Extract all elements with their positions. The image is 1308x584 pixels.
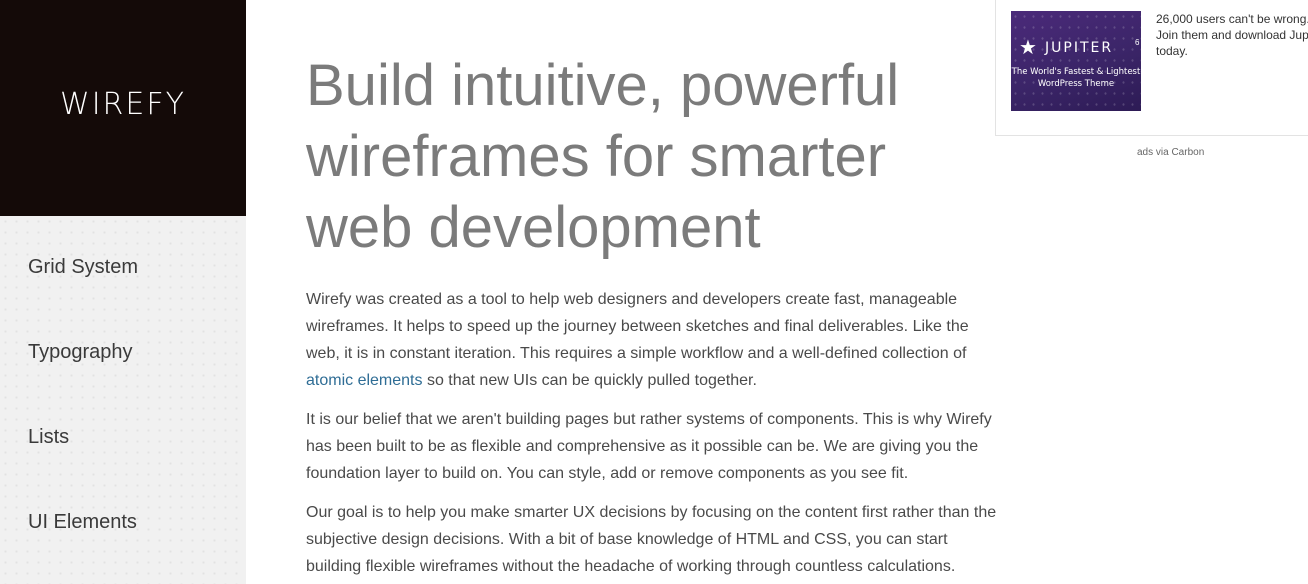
ad-tagline-line: WordPress Theme (1037, 79, 1115, 89)
ad-credit-link[interactable]: ads via Carbon (1137, 147, 1204, 158)
paragraph-line: Our goal is to help you make smarter UX … (306, 504, 997, 521)
atomic-elements-link[interactable]: atomic elements (306, 372, 423, 389)
headline-line: web development (306, 195, 761, 260)
site-logo[interactable]: WIREFY (0, 87, 246, 122)
nav-item-lists[interactable]: Lists (28, 426, 69, 449)
ad-copy-line: today. (1156, 44, 1188, 58)
paragraph-line: Wirefy was created as a tool to help web… (306, 291, 958, 308)
paragraph-line: wireframes. It helps to speed up the jou… (306, 318, 969, 335)
ad-version: 6 (1135, 38, 1140, 47)
ad-copy[interactable]: 26,000 users can't be wrong. Join them a… (1156, 11, 1308, 59)
paragraph-line: building flexible wireframes without the… (306, 558, 956, 575)
paragraph-line: has been built to be as flexible and com… (306, 438, 979, 455)
ad-tagline-line: The World's Fastest & Lightest (1011, 67, 1141, 77)
page-headline: Build intuitive, powerful wireframes for… (306, 50, 986, 263)
headline-line: wireframes for smarter (306, 124, 887, 189)
headline-line: Build intuitive, powerful (306, 53, 900, 118)
ad-tagline: The World's Fastest & Lightest WordPress… (1011, 66, 1141, 90)
ad-brand: JUPITER (1045, 40, 1114, 56)
sidebar: WIREFY Grid System Typography Lists UI E… (0, 0, 246, 584)
goal-paragraph: Our goal is to help you make smarter UX … (306, 499, 1006, 580)
nav-item-ui-elements[interactable]: UI Elements (28, 511, 137, 534)
intro-paragraph: Wirefy was created as a tool to help web… (306, 286, 1006, 394)
star-icon: ★ (1019, 35, 1037, 59)
paragraph-text: so that new UIs can be quickly pulled to… (422, 372, 757, 389)
paragraph-line: atomic elements so that new UIs can be q… (306, 367, 1006, 394)
ad-copy-line: Join them and download Jupiter (1156, 28, 1308, 42)
paragraph-line: web, it is in constant iteration. This r… (306, 345, 967, 362)
carbon-ad: ★ JUPITER 6 The World's Fastest & Lighte… (995, 0, 1308, 136)
paragraph-line: subjective design decisions. With a bit … (306, 531, 948, 548)
nav-item-typography[interactable]: Typography (28, 341, 133, 364)
sidebar-nav: Grid System Typography Lists UI Elements (0, 216, 246, 584)
components-paragraph: It is our belief that we aren't building… (306, 406, 1006, 487)
ad-copy-line: 26,000 users can't be wrong. (1156, 12, 1308, 26)
paragraph-line: It is our belief that we aren't building… (306, 411, 992, 428)
brand-block[interactable]: WIREFY (0, 0, 246, 216)
nav-item-grid-system[interactable]: Grid System (28, 256, 138, 279)
ad-image[interactable]: ★ JUPITER 6 The World's Fastest & Lighte… (1011, 11, 1141, 111)
paragraph-line: foundation layer to build on. You can st… (306, 465, 909, 482)
